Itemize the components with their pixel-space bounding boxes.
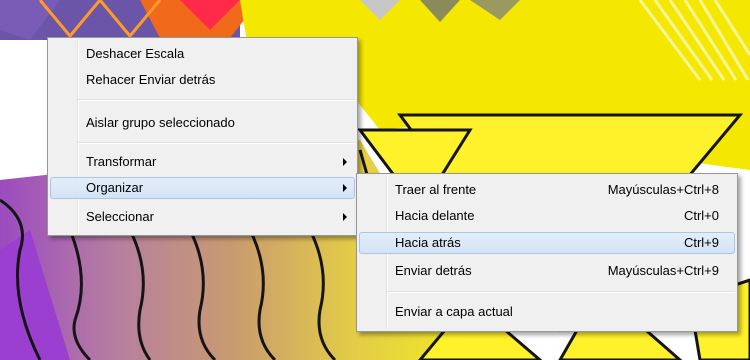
submenu-item-send-backward[interactable]: Hacia atrás Ctrl+9 (359, 232, 735, 254)
chevron-right-icon (343, 184, 347, 192)
chevron-right-icon (343, 213, 347, 221)
menu-item-label: Traer al frente (395, 182, 477, 197)
shortcut-label: Mayúsculas+Ctrl+9 (607, 263, 719, 278)
menu-item-label: Enviar detrás (395, 263, 472, 278)
menu-item-undo[interactable]: Deshacer Escala (50, 43, 355, 65)
context-menu: Deshacer Escala Rehacer Enviar detrás Ai… (47, 37, 358, 236)
menu-separator (387, 291, 735, 293)
menu-item-label: Rehacer Enviar detrás (86, 72, 216, 87)
menu-separator (78, 142, 355, 144)
submenu-item-send-to-current-layer[interactable]: Enviar a capa actual (359, 301, 735, 323)
shortcut-label: Ctrl+9 (683, 235, 719, 250)
menu-item-label: Hacia atrás (395, 235, 461, 250)
menu-item-label: Seleccionar (86, 209, 154, 224)
menu-item-arrange[interactable]: Organizar (50, 177, 355, 199)
menu-item-label: Aislar grupo seleccionado (86, 115, 235, 130)
menu-item-label: Hacia delante (395, 208, 475, 223)
menu-item-redo[interactable]: Rehacer Enviar detrás (50, 69, 355, 91)
menu-separator (78, 99, 355, 101)
submenu-item-bring-to-front[interactable]: Traer al frente Mayúsculas+Ctrl+8 (359, 179, 735, 201)
menu-item-label: Organizar (86, 180, 144, 195)
submenu-item-bring-forward[interactable]: Hacia delante Ctrl+0 (359, 205, 735, 227)
chevron-right-icon (343, 158, 347, 166)
submenu-item-send-to-back[interactable]: Enviar detrás Mayúsculas+Ctrl+9 (359, 260, 735, 282)
menu-item-transform[interactable]: Transformar (50, 151, 355, 173)
menu-item-isolate-group[interactable]: Aislar grupo seleccionado (50, 112, 355, 134)
menu-item-label: Transformar (86, 154, 157, 169)
menu-item-label: Deshacer Escala (86, 46, 185, 61)
shortcut-label: Mayúsculas+Ctrl+8 (607, 182, 719, 197)
menu-item-select[interactable]: Seleccionar (50, 206, 355, 228)
arrange-submenu: Traer al frente Mayúsculas+Ctrl+8 Hacia … (356, 173, 738, 332)
shortcut-label: Ctrl+0 (683, 208, 719, 223)
menu-item-label: Enviar a capa actual (395, 304, 513, 319)
